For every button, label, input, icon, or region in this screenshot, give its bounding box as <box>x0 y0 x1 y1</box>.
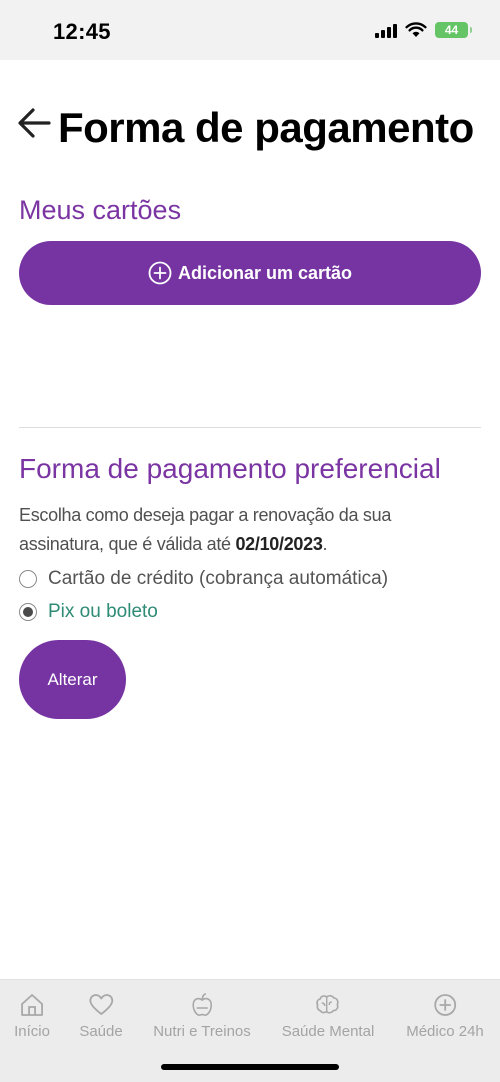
back-button[interactable] <box>16 104 54 142</box>
section-divider <box>19 427 481 428</box>
credit-card-option-label: Cartão de crédito (cobrança automática) <box>48 568 389 589</box>
nav-item-inicio[interactable]: Início <box>14 992 50 1040</box>
medical-plus-icon <box>434 994 456 1016</box>
nav-label-inicio: Início <box>14 1023 50 1040</box>
battery-icon: 44 <box>435 22 472 38</box>
nav-item-nutri-treinos[interactable]: Nutri e Treinos <box>153 992 251 1040</box>
nav-label-nutri-treinos: Nutri e Treinos <box>153 1023 251 1040</box>
add-card-label: Adicionar um cartão <box>177 262 353 283</box>
my-cards-title: Meus cartões <box>19 195 182 225</box>
wifi-icon <box>405 22 427 37</box>
battery-level: 44 <box>444 23 459 37</box>
arrow-left-icon <box>18 108 51 138</box>
change-button[interactable]: Alterar <box>19 640 126 719</box>
pix-boleto-option[interactable]: Pix ou boleto <box>19 601 158 623</box>
add-card-button[interactable]: Adicionar um cartão <box>19 241 481 305</box>
status-bar: 12:45 44 <box>0 0 500 60</box>
cellular-signal-icon <box>375 22 397 38</box>
apple-icon <box>192 993 212 1016</box>
valid-until-date: 02/10/2023 <box>235 534 323 554</box>
brain-icon <box>316 994 339 1014</box>
pix-boleto-radio[interactable] <box>19 603 37 621</box>
status-time: 12:45 <box>53 19 111 44</box>
renewal-description: Escolha como deseja pagar a renovação da… <box>19 501 469 559</box>
pix-boleto-option-label: Pix ou boleto <box>48 601 158 622</box>
credit-card-option[interactable]: Cartão de crédito (cobrança automática) <box>19 568 388 590</box>
nav-label-medico-24h: Médico 24h <box>406 1023 484 1040</box>
heart-icon <box>89 994 113 1015</box>
nav-label-saude: Saúde <box>79 1023 123 1040</box>
plus-circle-icon <box>148 261 172 285</box>
nav-item-saude-mental[interactable]: Saúde Mental <box>281 992 375 1040</box>
status-icons: 44 <box>375 22 472 38</box>
description-text: Escolha como deseja pagar a renovação da… <box>19 505 392 554</box>
home-icon <box>21 994 43 1016</box>
nav-label-saude-mental: Saúde Mental <box>281 1023 375 1040</box>
nav-item-saude[interactable]: Saúde <box>79 992 123 1040</box>
credit-card-radio[interactable] <box>19 570 37 588</box>
preferred-payment-title: Forma de pagamento preferencial <box>19 453 441 484</box>
nav-item-medico-24h[interactable]: Médico 24h <box>406 992 484 1040</box>
page-title: Forma de pagamento <box>58 104 474 151</box>
home-indicator[interactable] <box>161 1064 339 1070</box>
description-end: . <box>322 534 328 554</box>
